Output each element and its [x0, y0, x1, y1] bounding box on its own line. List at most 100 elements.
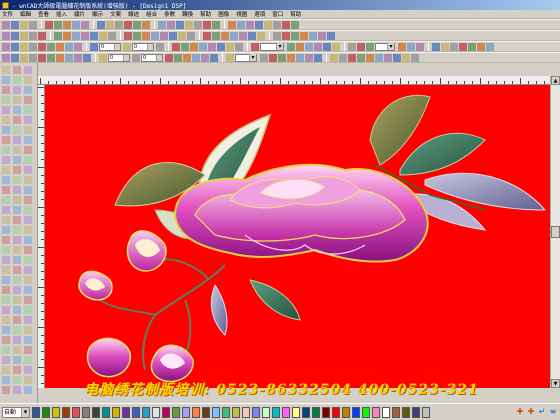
- drawing-tool-icon[interactable]: [13, 246, 21, 254]
- menu-window[interactable]: 窗口: [272, 10, 283, 18]
- thread-color-swatch[interactable]: [132, 406, 140, 418]
- drawing-tool-icon[interactable]: [13, 376, 21, 384]
- toolbar-button-icon[interactable]: [74, 42, 82, 51]
- drawing-tool-icon[interactable]: [13, 286, 21, 294]
- toolbar-button-icon[interactable]: [468, 42, 476, 51]
- thread-color-swatch[interactable]: [202, 406, 210, 418]
- drawing-tool-icon[interactable]: [13, 326, 21, 334]
- drawing-tool-icon[interactable]: [2, 246, 10, 254]
- toolbar-button-icon[interactable]: [90, 42, 98, 51]
- toolbar-button-icon[interactable]: [2, 31, 10, 40]
- toolbar-button-icon[interactable]: [133, 31, 141, 40]
- toolbar-button-icon[interactable]: [357, 42, 365, 51]
- toolbar-button-icon[interactable]: [20, 42, 28, 51]
- drawing-tool-icon[interactable]: [13, 216, 21, 224]
- thread-color-swatch[interactable]: [332, 406, 340, 418]
- drawing-tool-icon[interactable]: [24, 196, 32, 204]
- thread-color-swatch[interactable]: [52, 406, 60, 418]
- toolbar-button-icon[interactable]: [38, 42, 46, 51]
- drawing-tool-icon[interactable]: [13, 206, 21, 214]
- toolbar-button-icon[interactable]: [416, 42, 424, 51]
- toolbar-button-icon[interactable]: [124, 31, 132, 40]
- drawing-tool-icon[interactable]: [24, 166, 32, 174]
- toolbar-button-icon[interactable]: [228, 20, 236, 29]
- toolbar-button-icon[interactable]: [160, 31, 168, 40]
- toolbar-button-icon[interactable]: [183, 53, 191, 62]
- drawing-tool-icon[interactable]: [2, 366, 10, 374]
- drawing-tool-icon[interactable]: [13, 346, 21, 354]
- toolbar-button-icon[interactable]: [323, 42, 331, 51]
- toolbar-button-icon[interactable]: [201, 53, 209, 62]
- drawing-tool-icon[interactable]: [24, 236, 32, 244]
- thread-color-swatch[interactable]: [42, 406, 50, 418]
- drawing-tool-icon[interactable]: [2, 226, 10, 234]
- toolbar-button-icon[interactable]: [174, 53, 182, 62]
- thread-color-swatch[interactable]: [342, 406, 350, 418]
- toolbar-button-icon[interactable]: [99, 53, 107, 62]
- thread-color-swatch[interactable]: [372, 406, 380, 418]
- drawing-tool-icon[interactable]: [13, 76, 21, 84]
- toolbar-button-icon[interactable]: [300, 31, 308, 40]
- drawing-tool-icon[interactable]: [24, 186, 32, 194]
- toolbar-button-icon[interactable]: [398, 42, 406, 51]
- drawing-tool-icon[interactable]: [24, 286, 32, 294]
- toolbar-button-icon[interactable]: [11, 31, 19, 40]
- drawing-tool-icon[interactable]: [24, 226, 32, 234]
- toolbar-button-icon[interactable]: [305, 42, 313, 51]
- drawing-tool-icon[interactable]: [2, 216, 10, 224]
- toolbar-button-icon[interactable]: [255, 20, 263, 29]
- drawing-tool-icon[interactable]: [24, 246, 32, 254]
- drawing-tool-icon[interactable]: [2, 166, 10, 174]
- drawing-tool-icon[interactable]: [2, 356, 10, 364]
- drawing-tool-icon[interactable]: [13, 126, 21, 134]
- drawing-tool-icon[interactable]: [24, 86, 32, 94]
- drawing-tool-icon[interactable]: [2, 146, 10, 154]
- toolbar-button-icon[interactable]: [332, 42, 340, 51]
- toolbar-button-icon[interactable]: [54, 20, 62, 29]
- menu-stitch[interactable]: 線迹: [128, 10, 139, 18]
- toolbar-button-icon[interactable]: [278, 53, 286, 62]
- toolbar-button-icon[interactable]: [124, 20, 132, 29]
- apply-color-icon[interactable]: ↵: [537, 407, 547, 418]
- toolbar-button-icon[interactable]: [132, 53, 140, 62]
- drawing-tool-icon[interactable]: [13, 226, 21, 234]
- toolbar-button-icon[interactable]: [296, 53, 304, 62]
- toolbar-button-icon[interactable]: [287, 53, 295, 62]
- toolbar-button-icon[interactable]: [63, 31, 71, 40]
- drawing-tool-icon[interactable]: [24, 366, 32, 374]
- move-color-icon[interactable]: ✚: [526, 407, 536, 418]
- thread-color-swatch[interactable]: [422, 406, 430, 418]
- toolbar-button-icon[interactable]: [45, 20, 53, 29]
- thread-color-swatch[interactable]: [302, 406, 310, 418]
- thread-color-swatch[interactable]: [352, 406, 360, 418]
- toolbar-button-icon[interactable]: [29, 31, 37, 40]
- thread-color-swatch[interactable]: [82, 406, 90, 418]
- menu-group[interactable]: 組合: [146, 10, 157, 18]
- thread-color-swatch[interactable]: [282, 406, 290, 418]
- drawing-tool-icon[interactable]: [2, 256, 10, 264]
- toolbar-button-icon[interactable]: [2, 20, 10, 29]
- toolbar-button-icon[interactable]: [348, 42, 356, 51]
- toolbar-button-icon[interactable]: [47, 42, 55, 51]
- toolbar-button-icon[interactable]: [251, 42, 259, 51]
- drawing-tool-icon[interactable]: [24, 296, 32, 304]
- menu-viewport[interactable]: 視圖: [236, 10, 247, 18]
- toolbar-button-icon[interactable]: [273, 20, 281, 29]
- toolbar-dropdown[interactable]: [375, 42, 395, 51]
- drawing-tool-icon[interactable]: [13, 86, 21, 94]
- toolbar-button-icon[interactable]: [248, 31, 256, 40]
- toolbar-button-icon[interactable]: [235, 42, 243, 51]
- toolbar-button-icon[interactable]: [402, 53, 410, 62]
- thread-color-swatch[interactable]: [312, 406, 320, 418]
- drawing-tool-icon[interactable]: [2, 346, 10, 354]
- drawing-tool-icon[interactable]: [2, 376, 10, 384]
- toolbar-button-icon[interactable]: [133, 20, 141, 29]
- drawing-tool-icon[interactable]: [24, 346, 32, 354]
- toolbar-button-icon[interactable]: [366, 42, 374, 51]
- toolbar-button-icon[interactable]: [106, 20, 114, 29]
- toolbar-button-icon[interactable]: [72, 31, 80, 40]
- toolbar-button-icon[interactable]: [260, 53, 268, 62]
- toolbar-button-icon[interactable]: [309, 31, 317, 40]
- drawing-tool-icon[interactable]: [24, 216, 32, 224]
- thread-color-swatch[interactable]: [142, 406, 150, 418]
